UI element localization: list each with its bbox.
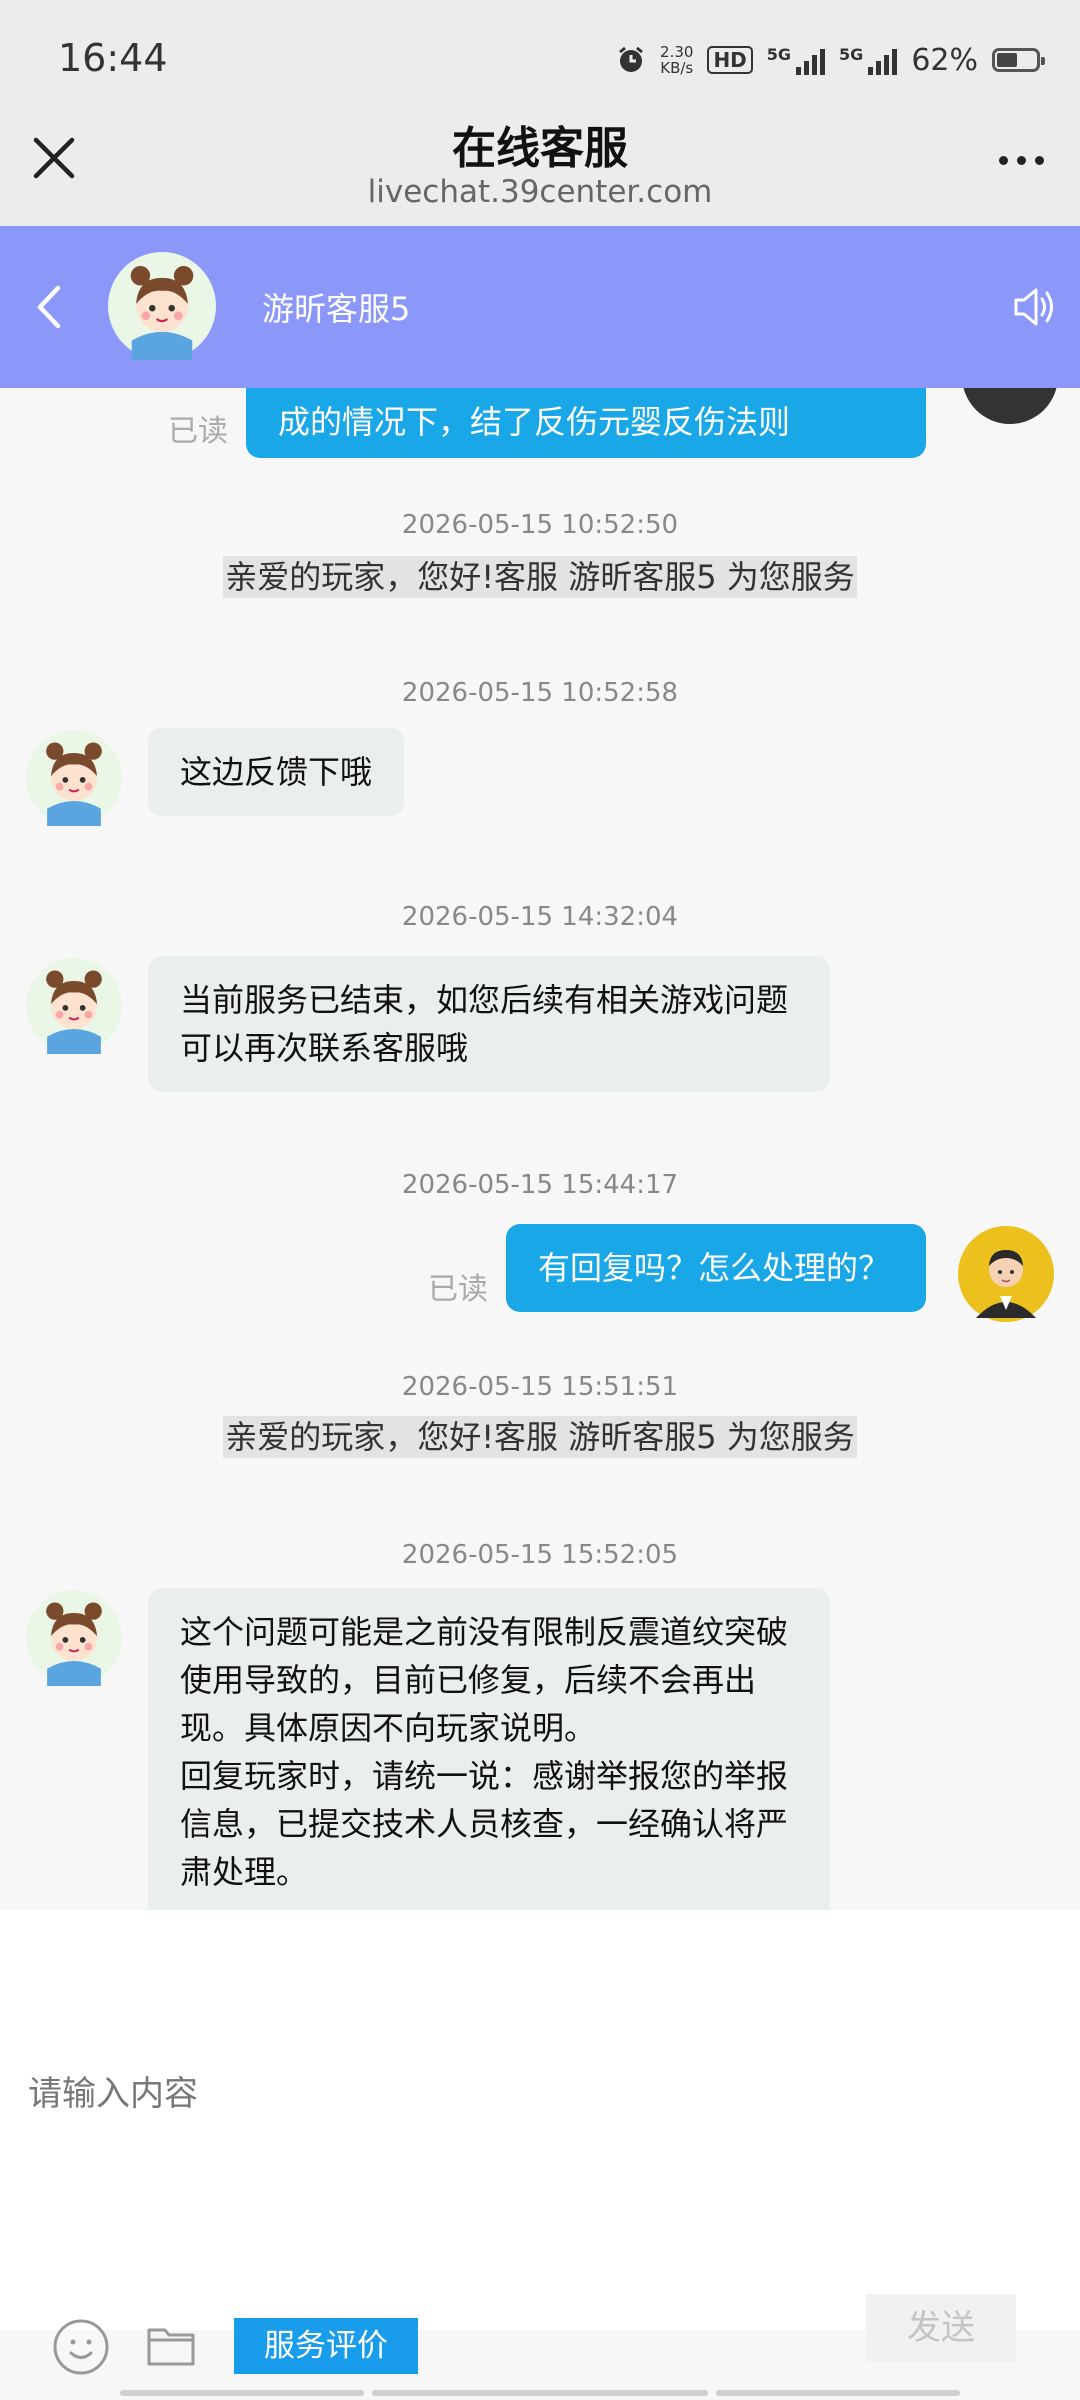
nav-indicator [120, 2390, 364, 2396]
message-text-line: 使用导致的，目前已修复，后续不会再出 [180, 1661, 757, 1699]
message-text: 成的情况下，结了反伤元婴反伤法则 [278, 403, 791, 441]
signal-icon-2: 5G [839, 45, 898, 75]
battery-percent: 62% [911, 42, 978, 78]
message-timestamp: 2026-05-15 10:52:58 [401, 678, 679, 708]
hd-badge: HD [707, 46, 753, 74]
signal-label-2: 5G [839, 45, 864, 64]
message-text-line: 肃处理。 [180, 1853, 309, 1891]
chat-messages[interactable]: 已读 成的情况下，结了反伤元婴反伤法则 2026-05-15 10:52:50 … [0, 388, 1080, 1910]
speaker-icon[interactable] [1010, 280, 1060, 334]
system-notice-text: 亲爱的玩家，您好!客服 游昕客服5 为您服务 [223, 556, 857, 598]
message-timestamp: 2026-05-15 15:52:05 [401, 1540, 679, 1570]
back-arrow-icon[interactable] [30, 280, 66, 334]
rate-service-button[interactable]: 服务评价 [234, 2318, 418, 2374]
message-text-line: 可以再次联系客服哦 [180, 1029, 469, 1067]
message-text-line: 信息，已提交技术人员核查，一经确认将严 [180, 1805, 789, 1843]
message-text-line: 回复玩家时，请统一说：感谢举报您的举报 [180, 1757, 789, 1795]
net-speed-value: 2.30 [660, 43, 694, 61]
agent-name: 游昕客服5 [262, 290, 411, 328]
message-bubble-outgoing[interactable]: 有回复吗？怎么处理的？ [506, 1224, 926, 1312]
page-url: livechat.39center.com [367, 174, 713, 210]
status-time: 16:44 [58, 36, 168, 80]
user-avatar [963, 388, 1057, 424]
message-bubble-incoming[interactable]: 这个问题可能是之前没有限制反震道纹突破 使用导致的，目前已修复，后续不会再出 现… [148, 1588, 830, 1910]
more-options-icon[interactable] [999, 156, 1044, 165]
chat-header: 游昕客服5 [0, 226, 1080, 388]
message-bubble-incoming[interactable]: 这边反馈下哦 [148, 728, 405, 816]
send-button[interactable]: 发送 [866, 2294, 1016, 2362]
agent-avatar [26, 730, 122, 826]
system-notice: 亲爱的玩家，您好!客服 游昕客服5 为您服务 [0, 552, 1080, 598]
message-timestamp: 2026-05-15 15:44:17 [401, 1170, 679, 1200]
net-speed-unit: KB/s [660, 59, 694, 77]
battery-icon [992, 48, 1045, 72]
read-status: 已读 [168, 414, 228, 449]
read-status: 已读 [428, 1272, 488, 1307]
net-speed: 2.30 KB/s [660, 44, 693, 76]
message-text-line: 当前服务已结束，如您后续有相关游戏问题 [180, 981, 789, 1019]
alarm-icon [619, 46, 643, 72]
message-text: 有回复吗？怎么处理的？ [538, 1249, 891, 1287]
message-timestamp: 2026-05-15 15:51:51 [401, 1372, 679, 1402]
signal-icon-1: 5G [766, 45, 826, 75]
emoji-icon[interactable] [52, 2318, 110, 2376]
message-input-area[interactable]: 请输入内容 [0, 1910, 1080, 2330]
nav-indicator [716, 2390, 960, 2396]
status-icons: 2.30 KB/s HD 5G 5G 62% [616, 38, 1045, 82]
message-text-line: 这个问题可能是之前没有限制反震道纹突破 [180, 1613, 789, 1651]
message-text: 这边反馈下哦 [180, 753, 373, 791]
system-notice: 亲爱的玩家，您好!客服 游昕客服5 为您服务 [0, 1412, 1080, 1458]
agent-avatar [108, 252, 216, 360]
message-timestamp: 2026-05-15 14:32:04 [401, 902, 679, 932]
page-title: 在线客服 [452, 123, 628, 174]
user-avatar [958, 1226, 1054, 1322]
signal-label-1: 5G [766, 45, 792, 64]
message-input[interactable]: 请输入内容 [28, 2066, 198, 2115]
message-bubble-incoming[interactable]: 当前服务已结束，如您后续有相关游戏问题 可以再次联系客服哦 [148, 956, 830, 1092]
message-bubble-outgoing[interactable]: 成的情况下，结了反伤元婴反伤法则 [246, 388, 926, 458]
nav-indicator [372, 2390, 708, 2396]
system-notice-text: 亲爱的玩家，您好!客服 游昕客服5 为您服务 [223, 1416, 857, 1458]
browser-header: 在线客服 livechat.39center.com [0, 100, 1080, 226]
agent-avatar [26, 1590, 122, 1686]
message-text-line: 现。具体原因不向玩家说明。 [180, 1709, 597, 1747]
message-timestamp: 2026-05-15 10:52:50 [401, 510, 679, 540]
folder-icon[interactable] [146, 2322, 196, 2368]
agent-avatar [26, 958, 122, 1054]
